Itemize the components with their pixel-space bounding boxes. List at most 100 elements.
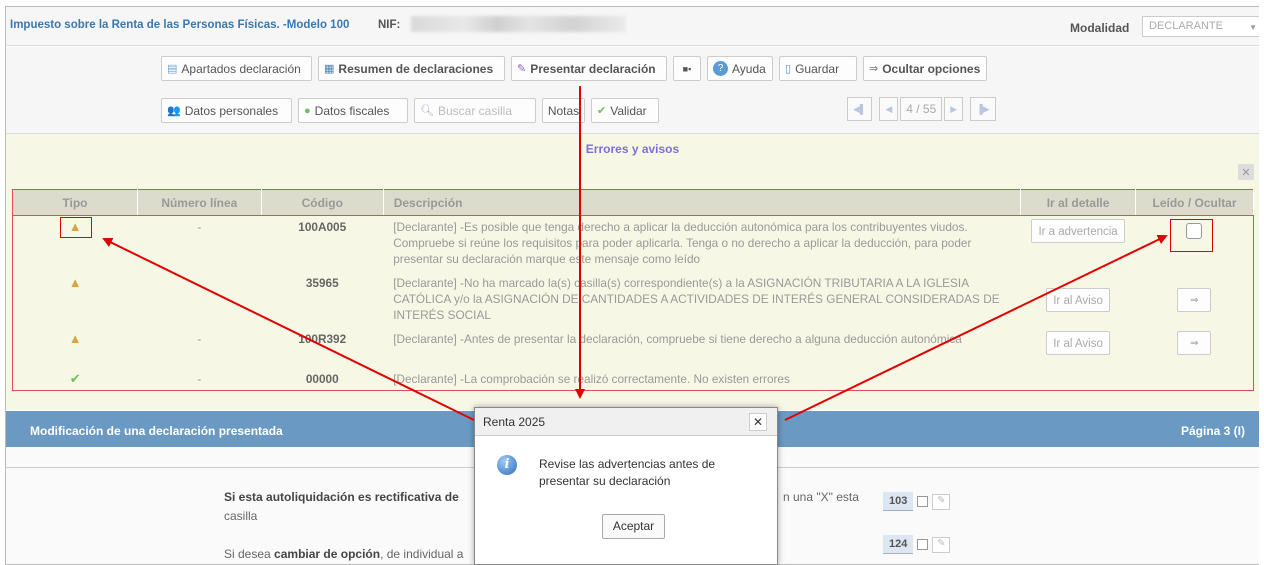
close-icon: ✕	[752, 415, 764, 429]
dialog-close-button[interactable]: ✕	[749, 413, 767, 431]
ir-aviso-button[interactable]: Ir al Aviso	[1046, 287, 1110, 312]
modalidad-value: DECLARANTE	[1149, 20, 1223, 32]
title-bar: Impuesto sobre la Renta de las Personas …	[6, 7, 1259, 46]
close-icon: ✕	[1241, 166, 1251, 179]
row-linea: -	[197, 220, 202, 234]
alert-dialog: Renta 2025 ✕ i Revise las advertencias a…	[474, 407, 778, 565]
cambiar-opcion-question: Si desea cambiar de opción, de individua…	[224, 547, 463, 561]
section-title: Modificación de una declaración presenta…	[30, 424, 283, 438]
row-descripcion: [Declarante] -Antes de presentar la decl…	[393, 331, 962, 346]
chevron-down-icon: ▼	[1249, 23, 1257, 32]
col-codigo: Código	[261, 189, 384, 216]
validar-button[interactable]: ✔ Validar	[591, 98, 659, 123]
notas-button[interactable]: Notas	[542, 98, 585, 123]
row-codigo: 100A005	[298, 220, 347, 234]
edit-pencil-icon[interactable]: ✎	[932, 536, 951, 553]
next-page-button[interactable]: ▶	[944, 97, 964, 121]
rectificativa-question-rest: n una "X" esta	[783, 490, 859, 504]
next-page-icon: ▶	[950, 103, 958, 114]
first-page-button[interactable]: ◀▌	[847, 97, 873, 121]
last-page-icon: ▐▶	[976, 103, 990, 114]
pager: ◀▌ ◀ 4 / 55 ▶ ▐▶	[847, 97, 996, 122]
presentar-button[interactable]: ✎ Presentar declaración	[511, 56, 667, 81]
dialog-titlebar: Renta 2025 ✕	[475, 408, 777, 436]
row-codigo: 100R392	[298, 331, 347, 346]
row-linea: -	[197, 331, 202, 346]
col-tipo: Tipo	[12, 189, 138, 216]
hide-icon: ⇒	[869, 63, 879, 75]
row-detalle: Ir al Aviso	[1021, 272, 1136, 328]
ir-aviso-button[interactable]: Ir al Aviso	[1046, 330, 1110, 355]
casilla-124-checkbox[interactable]	[917, 539, 929, 550]
ayuda-button[interactable]: ? Ayuda	[707, 56, 773, 81]
table-row: ▲ - 100A005 [Declarante] -Es posible que…	[13, 216, 1254, 272]
dialog-message: Revise las advertencias antes de present…	[539, 457, 716, 488]
errors-table: Tipo Número línea Código Descripción Ir …	[12, 189, 1254, 391]
casilla-103-checkbox[interactable]	[917, 496, 929, 507]
ocultar-label: Ocultar opciones	[882, 61, 981, 76]
row-codigo: 00000	[305, 371, 339, 386]
apartados-button[interactable]: ▤ Apartados declaración	[161, 56, 312, 81]
apartados-label: Apartados declaración	[181, 61, 301, 76]
datos-fiscales-button[interactable]: ● Datos fiscales	[298, 98, 408, 123]
col-numero-linea: Número línea	[137, 189, 262, 216]
warning-icon: ▲	[68, 330, 82, 346]
aceptar-button[interactable]: Aceptar	[602, 514, 665, 539]
row-descripcion: [Declarante] -Es posible que tenga derec…	[393, 220, 972, 266]
section-page: Página 3 (I)	[1180, 424, 1245, 438]
table-icon: ▤	[167, 63, 178, 75]
hide-icon: ⇒	[1190, 337, 1199, 349]
datos-personales-label: Datos personales	[184, 103, 279, 118]
row-tipo: ▲	[13, 272, 138, 328]
buscar-casilla-button[interactable]: 🔍︎ Buscar casilla	[414, 98, 536, 123]
row-accion: ⇒	[1136, 272, 1254, 328]
row-codigo: 35965	[305, 275, 339, 290]
modalidad-select[interactable]: DECLARANTE ▼	[1142, 16, 1259, 37]
resumen-button[interactable]: ▦ Resumen de declaraciones	[318, 56, 505, 81]
close-errors-button[interactable]: ✕	[1238, 164, 1254, 180]
more-options-button[interactable]: ■▪	[673, 56, 701, 81]
ir-advertencia-button[interactable]: Ir a advertencia	[1031, 219, 1125, 243]
check-icon: ✔	[597, 105, 607, 117]
edit-pencil-icon[interactable]: ✎	[932, 493, 951, 510]
cambiar-rest: , de individual a	[380, 547, 464, 561]
validar-label: Validar	[610, 103, 647, 118]
row-detalle: Ir al Aviso	[1021, 328, 1136, 368]
casilla-number: 124	[883, 535, 914, 554]
prev-page-button[interactable]: ◀	[879, 97, 899, 121]
row-linea	[137, 272, 261, 328]
info-icon: i	[497, 455, 517, 475]
datos-fiscales-label: Datos fiscales	[314, 103, 390, 118]
table-row: ▲ 35965 [Declarante] -No ha marcado la(s…	[13, 272, 1254, 328]
hide-message-button[interactable]: ⇒	[1177, 330, 1212, 355]
notas-label: Notas	[547, 103, 580, 118]
warning-icon: ▲	[68, 274, 82, 290]
row-tipo: ✔	[13, 368, 138, 391]
rectificativa-question: Si esta autoliquidación es rectificativa…	[224, 490, 459, 504]
people-icon: 👥	[167, 105, 181, 117]
modalidad-label: Modalidad	[1070, 21, 1130, 35]
table-row: ✔ - 00000 [Declarante] -La comprobación …	[13, 368, 1254, 391]
fiscal-icon: ●	[304, 104, 311, 117]
casilla-103: 103 ✎	[883, 492, 951, 511]
last-page-button[interactable]: ▐▶	[970, 97, 996, 121]
toolbar: ▤ Apartados declaración ▦ Resumen de dec…	[6, 47, 1259, 133]
ocultar-opciones-button[interactable]: ⇒ Ocultar opciones	[863, 56, 987, 81]
casilla-124: 124 ✎	[883, 535, 951, 554]
col-descripcion: Descripción	[383, 189, 1022, 216]
save-icon: ▯	[785, 63, 792, 75]
guardar-button[interactable]: ▯ Guardar	[779, 56, 857, 81]
errors-panel: Errores y avisos ✕ Tipo Número línea Cód…	[6, 133, 1259, 410]
row-detalle	[1021, 368, 1136, 391]
present-icon: ✎	[517, 63, 527, 75]
nif-value-redacted	[411, 16, 626, 32]
highlight-warning-icon	[60, 217, 92, 238]
row-linea: -	[197, 371, 202, 386]
table-header-row: Tipo Número línea Código Descripción Ir …	[12, 189, 1254, 216]
first-page-icon: ◀▌	[853, 103, 867, 114]
help-icon: ?	[713, 61, 728, 76]
guardar-label: Guardar	[795, 61, 840, 76]
more-icon: ■▪	[682, 63, 692, 74]
datos-personales-button[interactable]: 👥 Datos personales	[161, 98, 292, 123]
hide-message-button[interactable]: ⇒	[1177, 287, 1212, 312]
